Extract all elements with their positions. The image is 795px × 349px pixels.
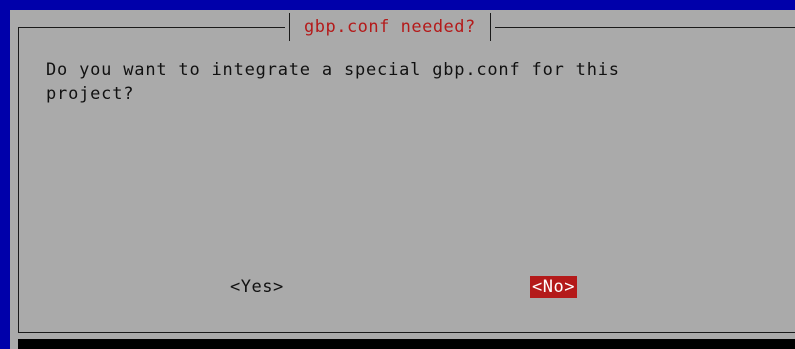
terminal-screen: gbp.conf needed? Do you want to integrat…	[0, 0, 795, 349]
title-border-right	[489, 13, 491, 41]
dialog-title-bar: gbp.conf needed?	[285, 13, 495, 41]
dialog-title: gbp.conf needed?	[304, 17, 476, 37]
background-strip-left	[0, 0, 10, 349]
dialog-message: Do you want to integrate a special gbp.c…	[46, 60, 620, 104]
no-button[interactable]: <No>	[530, 276, 577, 298]
background-strip-top	[0, 0, 795, 10]
dialog-shadow	[18, 339, 795, 349]
yes-button[interactable]: <Yes>	[228, 276, 286, 298]
